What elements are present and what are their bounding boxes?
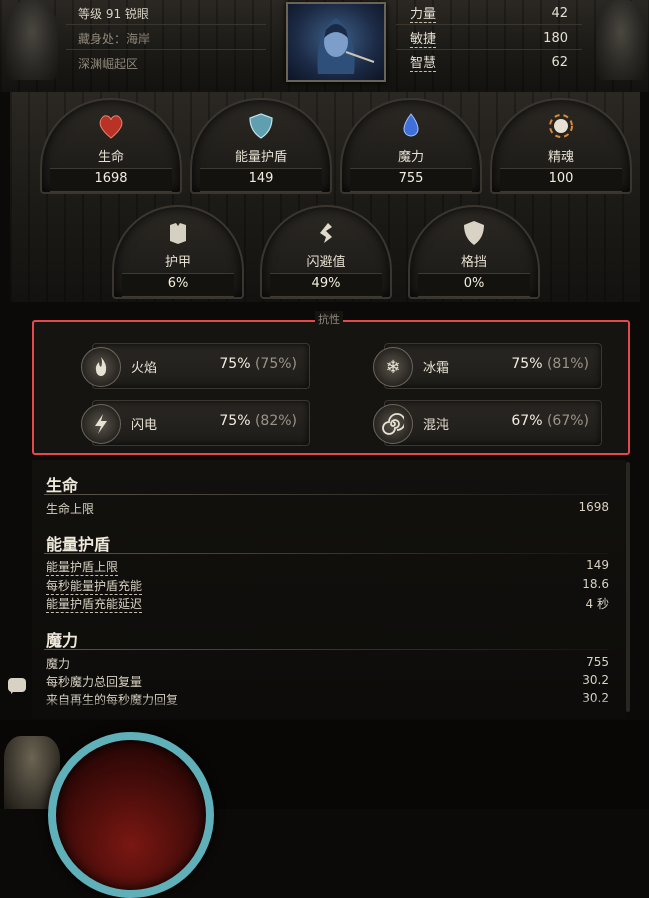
level-class-text: 等级 91 锐眼 <box>78 7 149 21</box>
life-globe[interactable] <box>48 732 214 898</box>
resistance-chaos[interactable]: 混沌 67% (67%) <box>373 400 602 446</box>
stat-line[interactable]: 能量护盾上限 149 <box>46 558 609 576</box>
resistance-name: 冰霜 <box>423 361 450 376</box>
zone-text: 深渊崛起区 <box>78 57 139 71</box>
attribute-row[interactable]: 智慧 62 <box>396 51 582 73</box>
attribute-name: 智慧 <box>410 52 437 72</box>
resistance-cold[interactable]: ❄ 冰霜 75% (81%) <box>373 343 602 389</box>
resistance-name: 火焰 <box>131 361 158 376</box>
defence-label: 护甲 <box>164 255 191 270</box>
stat-line[interactable]: 能量护盾充能延迟 4 秒 <box>46 595 609 613</box>
section-title-energy-shield: 能量护盾 <box>46 535 111 554</box>
pool-label: 能量护盾 <box>234 150 287 165</box>
resistance-value: 75% (75%) <box>219 356 297 372</box>
resistance-value: 67% (67%) <box>511 413 589 429</box>
defence-label: 闪避值 <box>306 255 346 270</box>
attribute-name: 敏捷 <box>410 28 437 48</box>
pool-label: 生命 <box>97 150 124 165</box>
stat-line[interactable]: 每秒能量护盾充能 18.6 <box>46 577 609 595</box>
defence-value: 0% <box>463 276 485 291</box>
chat-icon[interactable] <box>8 678 26 694</box>
attribute-value: 62 <box>551 54 568 70</box>
attribute-row[interactable]: 敏捷 180 <box>396 27 582 50</box>
hideout-text: 藏身处：海岸 <box>78 32 151 46</box>
spirit-icon <box>541 106 581 146</box>
fire-icon <box>81 347 121 387</box>
armour-icon <box>158 213 198 253</box>
resistances-title: 抗性 <box>315 311 343 327</box>
attribute-value: 42 <box>551 5 568 21</box>
section-title-life: 生命 <box>46 476 79 495</box>
lightning-icon <box>81 404 121 444</box>
attribute-value: 180 <box>543 30 568 46</box>
pool-label: 魔力 <box>397 150 424 165</box>
attribute-row[interactable]: 力量 42 <box>396 2 582 25</box>
portrait-art <box>317 18 375 74</box>
left-statue <box>6 0 58 80</box>
stat-line[interactable]: 生命上限 1698 <box>46 500 609 517</box>
defence-value: 6% <box>167 276 189 291</box>
stat-line[interactable]: 魔力 755 <box>46 655 609 672</box>
pool-label: 精魂 <box>547 150 574 165</box>
resistance-fire[interactable]: 火焰 75% (75%) <box>81 343 310 389</box>
cold-icon: ❄ <box>373 347 413 387</box>
attributes-box: 力量 42 敏捷 180 智慧 62 <box>396 0 582 78</box>
chaos-icon <box>373 404 413 444</box>
pool-value: 149 <box>248 171 274 186</box>
stat-line[interactable]: 每秒魔力总回复量 30.2 <box>46 673 609 690</box>
pool-value: 755 <box>398 171 424 186</box>
list-fade <box>32 700 626 718</box>
resistance-value: 75% (82%) <box>219 413 297 429</box>
attribute-name: 力量 <box>410 3 437 23</box>
character-info-box: 等级 91 锐眼 藏身处：海岸 深渊崛起区 <box>66 0 270 78</box>
resistance-value: 75% (81%) <box>511 356 589 372</box>
defence-label: 格挡 <box>460 255 487 270</box>
defence-value: 49% <box>311 276 341 291</box>
resistance-lightning[interactable]: 闪电 75% (82%) <box>81 400 310 446</box>
resistance-name: 混沌 <box>423 418 450 433</box>
evasion-icon <box>306 213 346 253</box>
shield-icon <box>241 106 281 146</box>
pool-value: 100 <box>548 171 574 186</box>
right-statue <box>596 0 646 80</box>
character-portrait[interactable] <box>286 2 386 82</box>
heart-icon <box>91 106 131 146</box>
stats-scrollbar[interactable] <box>626 462 630 712</box>
block-icon <box>454 213 494 253</box>
section-title-mana: 魔力 <box>46 631 79 650</box>
pool-value: 1698 <box>94 171 128 186</box>
mana-icon <box>391 106 431 146</box>
resistance-name: 闪电 <box>131 418 158 433</box>
